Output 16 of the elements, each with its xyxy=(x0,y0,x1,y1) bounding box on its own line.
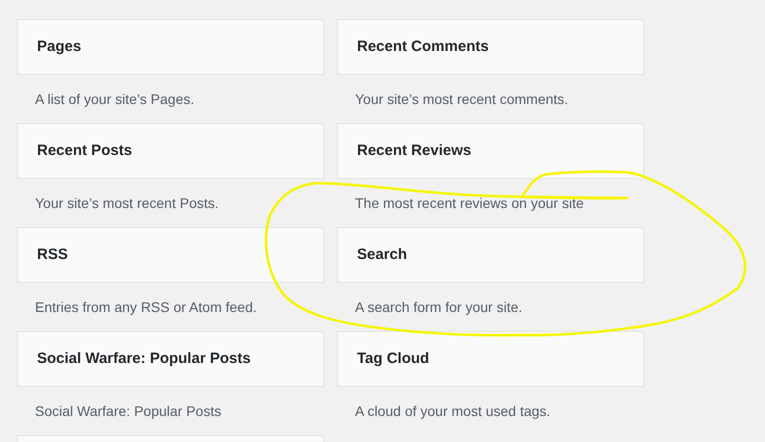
widget-card[interactable]: Recent Reviews xyxy=(337,123,644,179)
widget-description: Your site’s most recent comments. xyxy=(355,90,568,108)
widget-description: Social Warfare: Popular Posts xyxy=(35,402,222,421)
widget-card[interactable]: Pages xyxy=(17,19,324,75)
widget-card[interactable]: RSS xyxy=(17,227,324,283)
widget-card[interactable]: Tag Cloud xyxy=(337,331,644,387)
widget-description: A search form for your site. xyxy=(355,298,522,317)
widget-card[interactable]: Recent Comments xyxy=(337,19,644,75)
widget-description: Your site’s most recent Posts. xyxy=(35,194,219,212)
widget-card[interactable]: Recent Posts xyxy=(17,123,324,179)
widget-description: The most recent reviews on your site xyxy=(355,194,584,213)
widget-description: A list of your site’s Pages. xyxy=(35,90,194,109)
widget-card[interactable]: Social Warfare: Popular Posts xyxy=(17,331,324,387)
widget-description: A cloud of your most used tags. xyxy=(355,402,550,421)
widget-description: Entries from any RSS or Atom feed. xyxy=(35,298,257,317)
widget-card[interactable]: Search xyxy=(337,227,644,283)
